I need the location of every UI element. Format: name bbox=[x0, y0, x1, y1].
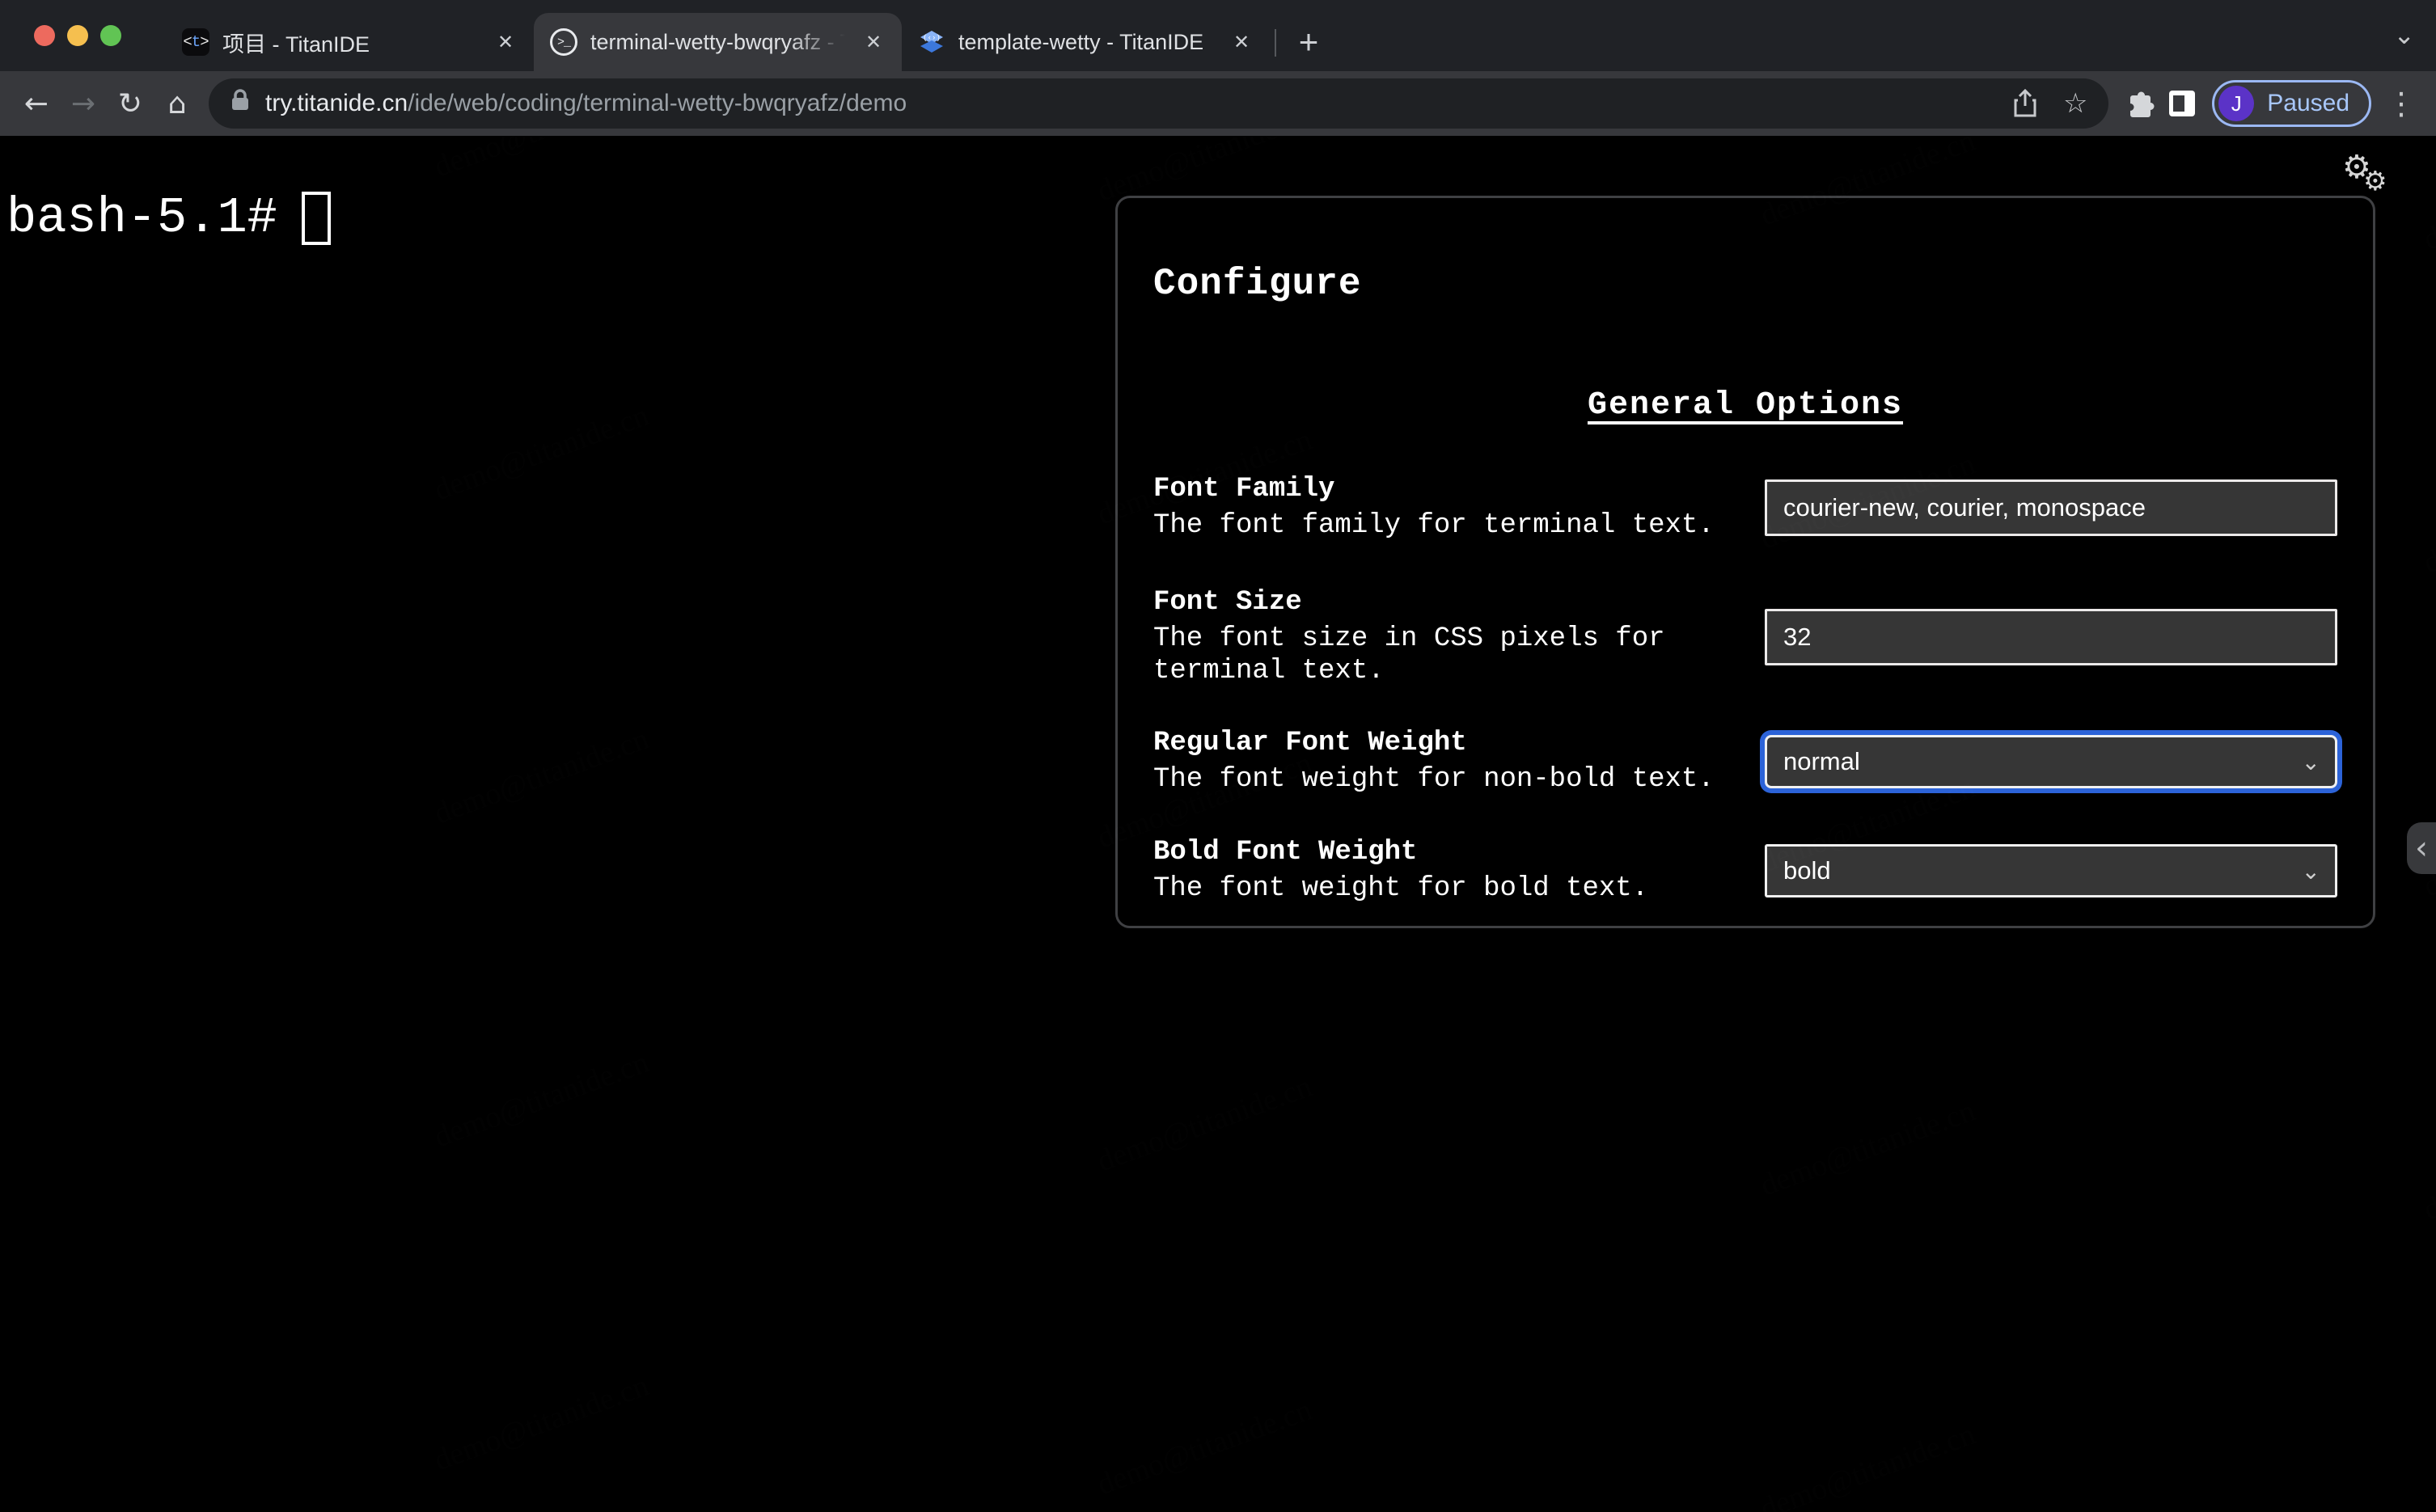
tab-strip: < t > 项目 - TitanIDE ✕ >_ terminal-wetty-bw… bbox=[0, 0, 2436, 71]
address-bar[interactable]: try.titanide.cn /ide/web/coding/terminal… bbox=[209, 78, 2109, 129]
layers-favicon: (‹›) bbox=[918, 28, 945, 56]
profile-chip[interactable]: J Paused bbox=[2212, 80, 2371, 127]
watermark-text: demo@titanide.cn bbox=[2419, 147, 2436, 257]
field-row-font-size: Font Size The font size in CSS pixels fo… bbox=[1153, 587, 2337, 687]
lock-icon bbox=[230, 87, 251, 120]
watermark-text: demo@titanide.cn bbox=[429, 398, 653, 508]
terminal-cursor bbox=[301, 191, 331, 245]
configure-panel: Configure General Options Font Family Th… bbox=[1115, 196, 2375, 928]
avatar: J bbox=[2218, 86, 2255, 121]
watermark-text: demo@titanide.cn bbox=[2419, 1441, 2436, 1512]
reload-icon[interactable]: ↻ bbox=[107, 80, 154, 127]
side-panel-icon[interactable] bbox=[2160, 82, 2204, 125]
collapse-panel-button[interactable]: ‹ bbox=[2407, 822, 2436, 874]
field-row-regular-font-weight: Regular Font Weight The font weight for … bbox=[1153, 728, 2337, 796]
tab-overview-icon[interactable]: ⌄ bbox=[2393, 19, 2415, 50]
selected-value: normal bbox=[1783, 747, 1860, 776]
bookmark-star-icon[interactable]: ☆ bbox=[2053, 82, 2097, 125]
watermark-text: demo@titanide.cn bbox=[429, 721, 653, 831]
share-icon[interactable] bbox=[2003, 82, 2047, 125]
overflow-menu-icon[interactable]: ⋮ bbox=[2379, 82, 2423, 125]
window-controls bbox=[34, 25, 121, 46]
watermark-text: demo@titanide.cn bbox=[1756, 1417, 1980, 1512]
profile-status-label: Paused bbox=[2267, 90, 2349, 116]
close-window-button[interactable] bbox=[34, 25, 55, 46]
close-icon[interactable]: ✕ bbox=[490, 27, 521, 57]
chevron-left-icon: ‹ bbox=[2415, 830, 2428, 867]
watermark-text: demo@titanide.cn bbox=[1756, 1093, 1980, 1203]
watermark-text: demo@titanide.cn bbox=[429, 136, 653, 184]
tab-project[interactable]: < t > 项目 - TitanIDE ✕ bbox=[166, 13, 534, 71]
zoom-window-button[interactable] bbox=[100, 25, 121, 46]
field-description: The font family for terminal text. bbox=[1153, 510, 1715, 541]
field-description: The font weight for bold text. bbox=[1153, 873, 1649, 905]
new-tab-button[interactable]: + bbox=[1286, 19, 1331, 65]
watermark-text: demo@titanide.cn bbox=[1093, 1392, 1317, 1502]
selected-value: bold bbox=[1783, 856, 1831, 885]
panel-title: Configure bbox=[1153, 263, 1362, 305]
terminal-prompt: bash-5.1# bbox=[6, 189, 277, 247]
gear-icon: ⚙ bbox=[2363, 165, 2387, 196]
close-icon[interactable]: ✕ bbox=[858, 27, 889, 57]
bold-font-weight-select[interactable]: bold ⌄ bbox=[1765, 844, 2337, 898]
watermark-text: demo@titanide.cn bbox=[429, 1045, 653, 1155]
field-label: Bold Font Weight bbox=[1153, 837, 1418, 868]
terminal-favicon: >_ bbox=[550, 28, 577, 56]
tab-title: 项目 - TitanIDE bbox=[222, 32, 370, 57]
field-row-font-family: Font Family The font family for terminal… bbox=[1153, 474, 2337, 542]
url-host: try.titanide.cn bbox=[265, 90, 408, 116]
browser-toolbar: ← → ↻ ⌂ try.titanide.cn /ide/web/coding/… bbox=[0, 71, 2436, 136]
tab-terminal-wetty[interactable]: >_ terminal-wetty-bwqryafz - Tita ✕ bbox=[534, 13, 902, 71]
tabs: < t > 项目 - TitanIDE ✕ >_ terminal-wetty-bw… bbox=[166, 0, 1331, 71]
watermark-text: demo@titanide.cn bbox=[2419, 471, 2436, 581]
back-icon[interactable]: ← bbox=[13, 80, 60, 127]
chevron-down-icon: ⌄ bbox=[2301, 857, 2320, 885]
field-label: Font Size bbox=[1153, 587, 1302, 619]
section-title: General Options bbox=[1587, 387, 1904, 424]
watermark-text: demo@titanide.cn bbox=[1093, 1069, 1317, 1179]
titanide-favicon: < t > bbox=[182, 28, 209, 56]
field-description: The font weight for non-bold text. bbox=[1153, 764, 1715, 796]
svg-text:(‹›): (‹›) bbox=[923, 34, 941, 42]
home-icon[interactable]: ⌂ bbox=[154, 80, 201, 127]
close-icon[interactable]: ✕ bbox=[1226, 27, 1257, 57]
extensions-puzzle-icon[interactable] bbox=[2117, 82, 2160, 125]
chevron-down-icon: ⌄ bbox=[2301, 748, 2320, 775]
field-label: Regular Font Weight bbox=[1153, 728, 1467, 759]
field-label: Font Family bbox=[1153, 474, 1335, 505]
tab-template-wetty[interactable]: (‹›) template-wetty - TitanIDE ✕ bbox=[902, 13, 1270, 71]
font-family-input[interactable] bbox=[1765, 479, 2337, 537]
watermark-text: demo@titanide.cn bbox=[2419, 1117, 2436, 1227]
forward-icon[interactable]: → bbox=[60, 80, 107, 127]
regular-font-weight-select[interactable]: normal ⌄ bbox=[1765, 735, 2337, 789]
tab-separator bbox=[1275, 29, 1276, 57]
page-content: bash-5.1# ⚙ ⚙ Configure General Options … bbox=[0, 136, 2436, 1512]
watermark-text: demo@titanide.cn bbox=[429, 1368, 653, 1478]
field-row-bold-font-weight: Bold Font Weight The font weight for bol… bbox=[1153, 837, 2337, 905]
url-path: /ide/web/coding/terminal-wetty-bwqryafz/… bbox=[408, 90, 907, 116]
font-size-input[interactable] bbox=[1765, 609, 2337, 666]
tab-title: template-wetty - TitanIDE bbox=[958, 29, 1204, 54]
terminal[interactable]: bash-5.1# bbox=[6, 189, 331, 247]
settings-gears-icon[interactable]: ⚙ ⚙ bbox=[2342, 149, 2399, 197]
minimize-window-button[interactable] bbox=[67, 25, 88, 46]
tab-title: terminal-wetty-bwqryafz - Tita bbox=[590, 29, 845, 55]
field-description: The font size in CSS pixels for terminal… bbox=[1153, 623, 1665, 687]
